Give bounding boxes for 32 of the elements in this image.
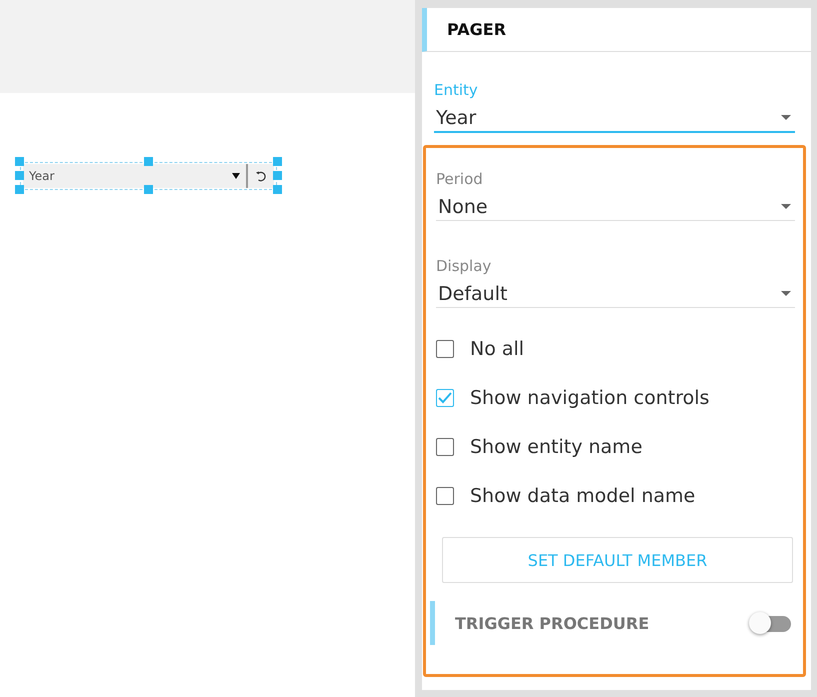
checkbox[interactable] bbox=[436, 486, 454, 504]
caret-icon bbox=[781, 291, 791, 296]
checkbox-label: Show navigation controls bbox=[470, 386, 710, 408]
refresh-button[interactable] bbox=[246, 164, 274, 188]
select-field[interactable]: Year bbox=[434, 104, 795, 133]
section-label: TRIGGER PROCEDURE bbox=[455, 614, 650, 632]
toggle-switch[interactable] bbox=[749, 611, 793, 635]
resize-handle[interactable] bbox=[144, 157, 153, 166]
refresh-icon bbox=[255, 170, 267, 182]
checkbox[interactable] bbox=[436, 438, 454, 456]
dropdown[interactable]: Year bbox=[23, 164, 246, 188]
caret-icon bbox=[232, 173, 240, 179]
select-field[interactable]: Default bbox=[436, 280, 795, 308]
field-label: Period bbox=[436, 170, 484, 188]
resize-handle[interactable] bbox=[15, 157, 24, 166]
checkbox[interactable] bbox=[436, 388, 454, 406]
caret-icon bbox=[781, 115, 791, 120]
resize-handle[interactable] bbox=[273, 157, 282, 166]
checkbox-label: Show data model name bbox=[470, 484, 696, 506]
resize-handle[interactable] bbox=[273, 185, 282, 194]
panel-title: PAGER bbox=[447, 20, 506, 39]
resize-handle[interactable] bbox=[273, 171, 282, 180]
field-label: Entity bbox=[434, 81, 479, 99]
resize-handle[interactable] bbox=[15, 185, 24, 194]
caret-icon bbox=[781, 204, 791, 209]
checkbox[interactable] bbox=[436, 340, 454, 358]
resize-handle[interactable] bbox=[15, 171, 24, 180]
select-field[interactable]: None bbox=[436, 193, 795, 221]
field-label: Display bbox=[436, 257, 492, 275]
resize-handle[interactable] bbox=[144, 185, 153, 194]
checkbox-label: No all bbox=[470, 338, 524, 360]
checkbox-label: Show entity name bbox=[470, 436, 642, 458]
